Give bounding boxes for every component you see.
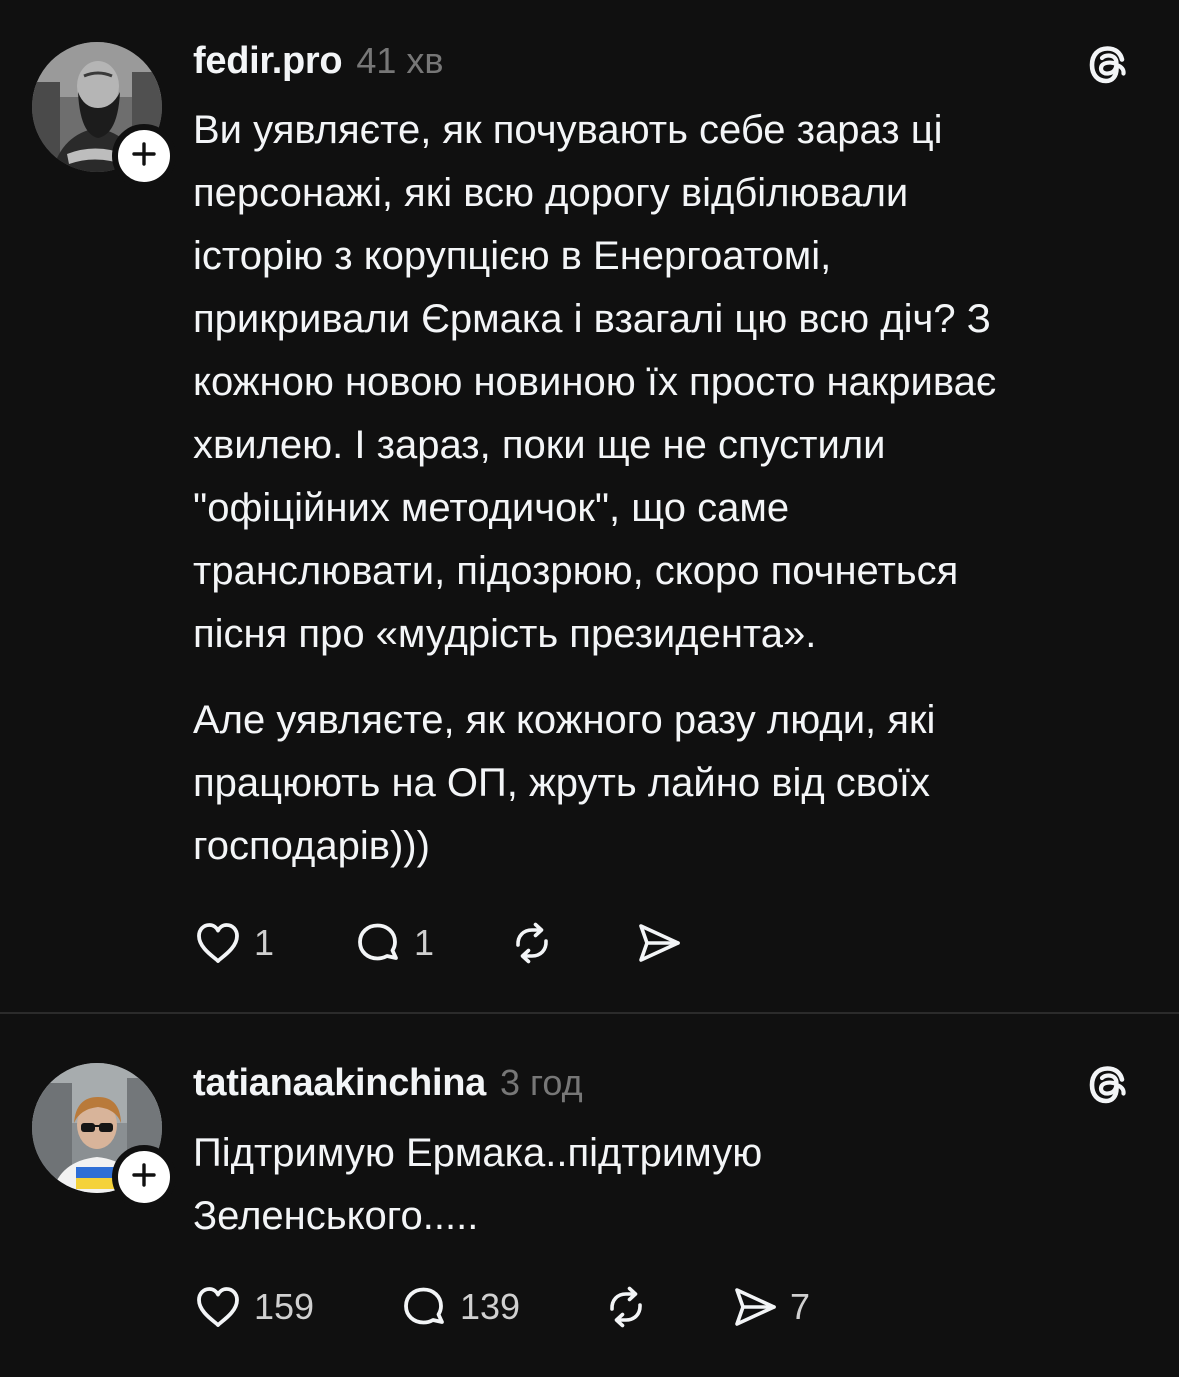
- post-paragraph: Підтримую Ермака..підтримую Зеленського.…: [193, 1131, 763, 1238]
- send-icon: [726, 1279, 782, 1335]
- post-fedir-pro[interactable]: fedir.pro 41 хв Ви уявляєте, як почувают…: [0, 0, 1179, 1012]
- heart-icon: [190, 915, 246, 971]
- repost-button[interactable]: [598, 1277, 662, 1337]
- reply-count: 139: [460, 1286, 521, 1327]
- plus-icon: [131, 1162, 157, 1193]
- reply-count: 1: [414, 922, 435, 963]
- like-button[interactable]: 159: [190, 1277, 314, 1337]
- username[interactable]: fedir.pro: [193, 40, 343, 83]
- username[interactable]: tatianaakinchina: [193, 1062, 486, 1105]
- repost-icon: [598, 1279, 654, 1335]
- repost-button[interactable]: [504, 913, 568, 973]
- post-body: Підтримую Ермака..підтримую Зеленського.…: [193, 1122, 1153, 1248]
- post-body: Ви уявляєте, як почувають себе зараз ці …: [193, 99, 1153, 878]
- share-count: 7: [790, 1286, 811, 1327]
- like-count: 159: [254, 1286, 315, 1327]
- post-tatianaakinchina[interactable]: tatianaakinchina 3 год Підтримую Ермака.…: [0, 1014, 1179, 1377]
- repost-icon: [504, 915, 560, 971]
- send-icon: [630, 915, 686, 971]
- timestamp: 41 хв: [356, 40, 444, 81]
- post-paragraph: Ви уявляєте, як почувають себе зараз ці …: [193, 108, 997, 656]
- comment-icon: [350, 915, 406, 971]
- threads-logo-icon[interactable]: [1080, 1058, 1134, 1112]
- like-count: 1: [254, 922, 275, 963]
- threads-logo-icon[interactable]: [1080, 38, 1134, 92]
- like-button[interactable]: 1: [190, 913, 274, 973]
- timestamp: 3 год: [499, 1062, 583, 1103]
- share-button[interactable]: 7: [726, 1277, 810, 1337]
- post-header: fedir.pro 41 хв: [193, 40, 444, 83]
- heart-icon: [190, 1279, 246, 1335]
- share-button[interactable]: [630, 913, 694, 973]
- follow-button[interactable]: [112, 1145, 176, 1209]
- plus-icon: [131, 141, 157, 172]
- reply-button[interactable]: 1: [350, 913, 434, 973]
- follow-button[interactable]: [112, 124, 176, 188]
- comment-icon: [396, 1279, 452, 1335]
- post-header: tatianaakinchina 3 год: [193, 1062, 583, 1105]
- reply-button[interactable]: 139: [396, 1277, 520, 1337]
- post-paragraph: Але уявляєте, як кожного разу люди, які …: [193, 698, 936, 868]
